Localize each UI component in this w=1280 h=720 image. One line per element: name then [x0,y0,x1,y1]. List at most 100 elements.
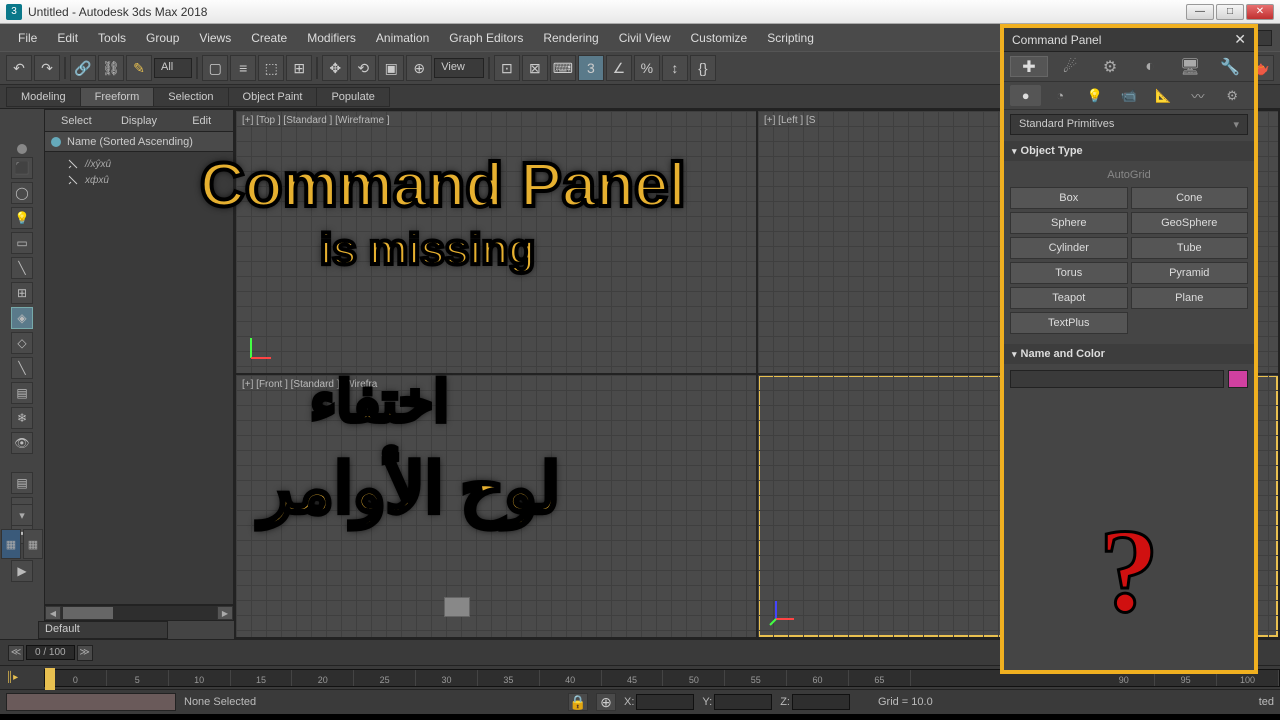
se-tab-display[interactable]: Display [108,110,171,131]
command-panel-close-icon[interactable]: ✕ [1234,31,1246,48]
snap-toggle-button[interactable]: 3 [578,55,604,81]
tab-selection[interactable]: Selection [153,87,228,107]
select-object-button[interactable]: ▢ [202,55,228,81]
menu-customize[interactable]: Customize [681,31,758,45]
shapes-sub-icon[interactable]: ◔ [1044,85,1075,106]
se-tab-edit[interactable]: Edit [170,110,233,131]
scene-explorer-scrollbar[interactable]: ◀ ▶ [44,605,234,621]
menu-create[interactable]: Create [241,31,297,45]
reference-coord-dropdown[interactable]: View [434,58,484,78]
named-selection-button[interactable]: {} [690,55,716,81]
x-coord-input[interactable] [636,694,694,710]
object-name-input[interactable] [1010,370,1224,388]
timeline-next-key-icon[interactable]: ≫ [77,645,93,661]
object-type-rollout-header[interactable]: Object Type [1004,141,1254,161]
shapes-filter-icon[interactable]: ◯ [11,182,33,204]
lights-sub-icon[interactable]: 💡 [1079,85,1110,106]
motion-tab-icon[interactable]: ◐ [1132,56,1168,77]
menu-graph-editors[interactable]: Graph Editors [439,31,533,45]
menu-scripting[interactable]: Scripting [757,31,824,45]
list-view-icon[interactable]: ▤ [11,472,33,494]
helpers-sub-icon[interactable]: 📐 [1148,85,1179,106]
lights-filter-icon[interactable]: 💡 [11,207,33,229]
menu-rendering[interactable]: Rendering [533,31,608,45]
helpers-filter-icon[interactable]: ╲ [11,257,33,279]
placement-button[interactable]: ⊕ [406,55,432,81]
primitive-category-dropdown[interactable]: Standard Primitives [1010,114,1248,135]
world-axis-icon[interactable]: ▾ [11,504,33,526]
timeline-prev-key-icon[interactable]: ≪ [8,645,24,661]
prim-tube-button[interactable]: Tube [1131,237,1249,259]
spacewarps-sub-icon[interactable]: 〰 [1182,85,1213,106]
viewport-label[interactable]: [+] [Top ] [Standard ] [Wireframe ] [242,115,390,126]
expand-panel-icon[interactable]: ▶ [11,560,33,582]
percent-snap-button[interactable]: % [634,55,660,81]
menu-views[interactable]: Views [189,31,241,45]
viewport-layout-alt-button[interactable]: ▦ [23,529,43,559]
systems-sub-icon[interactable]: ⚙ [1217,85,1248,106]
display-tab-icon[interactable]: 🖥 [1172,56,1208,77]
tab-freeform[interactable]: Freeform [80,87,155,107]
prim-teapot-button[interactable]: Teapot [1010,287,1128,309]
minimize-button[interactable]: — [1186,4,1214,20]
manipulate-button[interactable]: ⊠ [522,55,548,81]
isolate-selection-icon[interactable]: ⊕ [596,693,616,711]
z-coord-input[interactable] [792,694,850,710]
menu-edit[interactable]: Edit [47,31,88,45]
menu-civil-view[interactable]: Civil View [609,31,681,45]
prim-cylinder-button[interactable]: Cylinder [1010,237,1128,259]
prim-sphere-button[interactable]: Sphere [1010,212,1128,234]
layer-dropdown[interactable]: Default [38,621,168,639]
keyboard-shortcut-button[interactable]: ⌨ [550,55,576,81]
utilities-tab-icon[interactable]: 🔧 [1212,56,1248,77]
command-panel[interactable]: Command Panel ✕ ✚ ☄ ⚙ ◐ 🖥 🔧 ● ◔ 💡 📹 📐 〰 … [1000,24,1258,674]
name-color-rollout-header[interactable]: Name and Color [1004,344,1254,364]
geometry-sub-icon[interactable]: ● [1010,85,1041,106]
y-coord-input[interactable] [714,694,772,710]
scroll-left-icon[interactable]: ◀ [45,606,61,620]
viewport-label[interactable]: [+] [Left ] [S [764,115,815,126]
rotate-button[interactable]: ⟲ [350,55,376,81]
prim-plane-button[interactable]: Plane [1131,287,1249,309]
bone-filter-icon[interactable]: ╲ [11,357,33,379]
frozen-filter-icon[interactable]: ❄ [11,407,33,429]
hidden-filter-icon[interactable]: 👁 [11,432,33,454]
pivot-button[interactable]: ⊡ [494,55,520,81]
prim-pyramid-button[interactable]: Pyramid [1131,262,1249,284]
hierarchy-tab-icon[interactable]: ⚙ [1092,56,1128,77]
scroll-thumb[interactable] [63,607,113,619]
prim-textplus-button[interactable]: TextPlus [1010,312,1128,334]
viewcube-icon[interactable] [444,597,470,617]
undo-button[interactable]: ↶ [6,55,32,81]
prim-torus-button[interactable]: Torus [1010,262,1128,284]
link-button[interactable]: 🔗 [70,55,96,81]
selection-filter-dropdown[interactable]: All [154,58,192,78]
create-tab-icon[interactable]: ✚ [1010,56,1048,77]
unlink-button[interactable]: ⛓ [98,55,124,81]
groups-filter-icon[interactable]: ◈ [11,307,33,329]
redo-button[interactable]: ↷ [34,55,60,81]
maxscript-listener-input[interactable] [6,693,176,711]
prim-box-button[interactable]: Box [1010,187,1128,209]
bind-button[interactable]: ✎ [126,55,152,81]
xrefs-filter-icon[interactable]: ◇ [11,332,33,354]
spacewarps-filter-icon[interactable]: ⊞ [11,282,33,304]
close-button[interactable]: ✕ [1246,4,1274,20]
autogrid-checkbox[interactable]: AutoGrid [1010,167,1248,187]
tab-modeling[interactable]: Modeling [6,87,81,107]
prim-geosphere-button[interactable]: GeoSphere [1131,212,1249,234]
spinner-snap-button[interactable]: ↕ [662,55,688,81]
frame-counter[interactable]: 0 / 100 [26,645,75,660]
scroll-right-icon[interactable]: ▶ [217,606,233,620]
tab-object-paint[interactable]: Object Paint [228,87,318,107]
se-tab-select[interactable]: Select [45,110,108,131]
angle-snap-button[interactable]: ∠ [606,55,632,81]
menu-group[interactable]: Group [136,31,189,45]
lock-selection-icon[interactable]: 🔒 [568,693,588,711]
containers-filter-icon[interactable]: ▤ [11,382,33,404]
menu-tools[interactable]: Tools [88,31,136,45]
time-slider-handle[interactable] [45,668,55,690]
maximize-button[interactable]: □ [1216,4,1244,20]
viewport-layout-button[interactable]: ▦ [1,529,21,559]
menu-file[interactable]: File [8,31,47,45]
